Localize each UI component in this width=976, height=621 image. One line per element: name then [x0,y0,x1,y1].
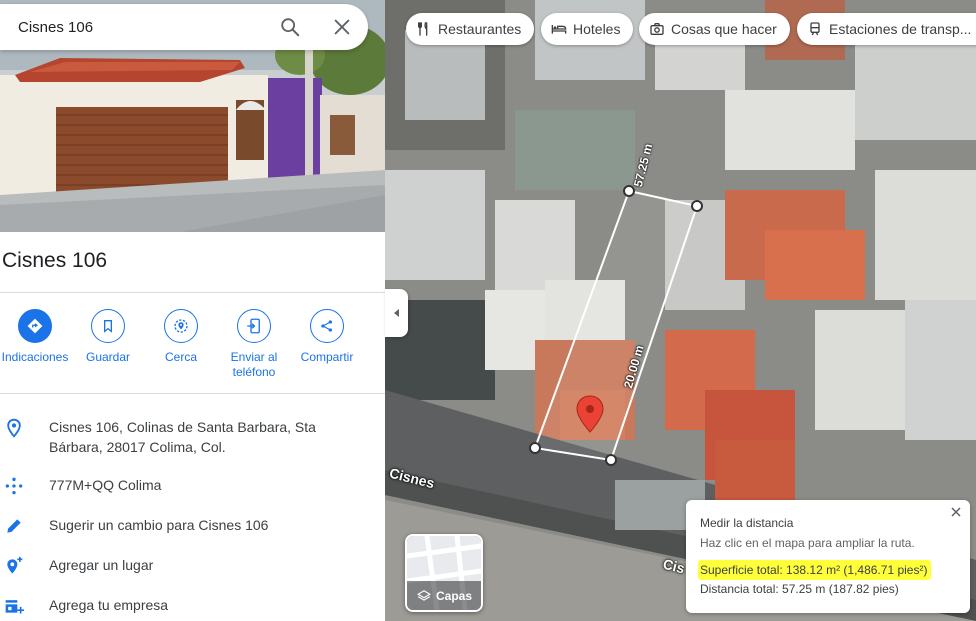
hotel-icon [551,25,567,34]
add-location-icon [7,556,23,574]
send-to-phone-icon [237,309,271,343]
search-box [0,4,368,50]
layers-icon [417,590,431,601]
close-icon[interactable] [948,504,964,520]
chip-transit-stations[interactable]: Estaciones de transp... [797,13,976,45]
send-to-phone-label: Enviar al teléfono [230,350,278,379]
divider [0,292,385,293]
chip-things-to-do[interactable]: Cosas que hacer [639,13,790,45]
measure-distance-card: Medir la distancia Haz clic en el mapa p… [686,500,970,613]
share-icon [310,309,344,343]
directions-button[interactable]: Indicaciones [0,309,73,365]
layers-button[interactable]: Capas [405,534,483,612]
nearby-icon [164,309,198,343]
close-icon[interactable] [331,16,353,38]
directions-label: Indicaciones [1,350,69,364]
layers-label-group: Capas [417,589,472,603]
add-business-icon [5,600,24,614]
save-button[interactable]: Guardar [70,309,146,365]
chip-hotels[interactable]: Hoteles [541,13,633,45]
collapse-panel-button[interactable] [385,289,408,337]
camera-icon [650,23,664,35]
send-to-phone-button[interactable]: Enviar al teléfono [216,309,292,380]
chevron-left-icon [393,309,399,317]
plus-code-icon [5,477,23,495]
share-button[interactable]: Compartir [289,309,365,365]
chip-restaurants[interactable]: Restaurantes [406,13,534,45]
pencil-icon [7,519,21,533]
measure-card-hint: Haz clic en el mapa para ampliar la ruta… [700,536,915,550]
suggest-edit-text: Sugerir un cambio para Cisnes 106 [49,517,269,533]
plus-code-text: 777M+QQ Colima [49,477,162,493]
measure-card-title: Medir la distancia [700,516,794,530]
total-distance-text: Distancia total: 57.25 m (187.82 pies) [700,582,899,596]
add-business-text: Agrega tu empresa [49,597,169,613]
total-area-text: Superficie total: 138.12 m² (1,486.71 pi… [698,560,932,580]
nearby-button[interactable]: Cerca [143,309,219,365]
divider [0,393,385,394]
share-label: Compartir [300,350,354,364]
directions-icon [18,309,52,343]
address-text: Cisnes 106, Colinas de Santa Barbara, St… [49,419,316,455]
save-label: Guardar [85,350,131,364]
location-pin-icon [7,418,21,438]
add-place-text: Agregar un lugar [49,557,154,573]
place-title: Cisnes 106 [2,249,108,272]
nearby-label: Cerca [164,350,197,364]
bookmark-icon [91,309,125,343]
side-panel: Cisnes 106 Indicaciones Guardar Cerca [0,0,385,621]
search-icon[interactable] [279,16,301,38]
train-icon [810,22,820,36]
restaurant-icon [418,21,428,36]
search-input[interactable] [16,11,270,43]
